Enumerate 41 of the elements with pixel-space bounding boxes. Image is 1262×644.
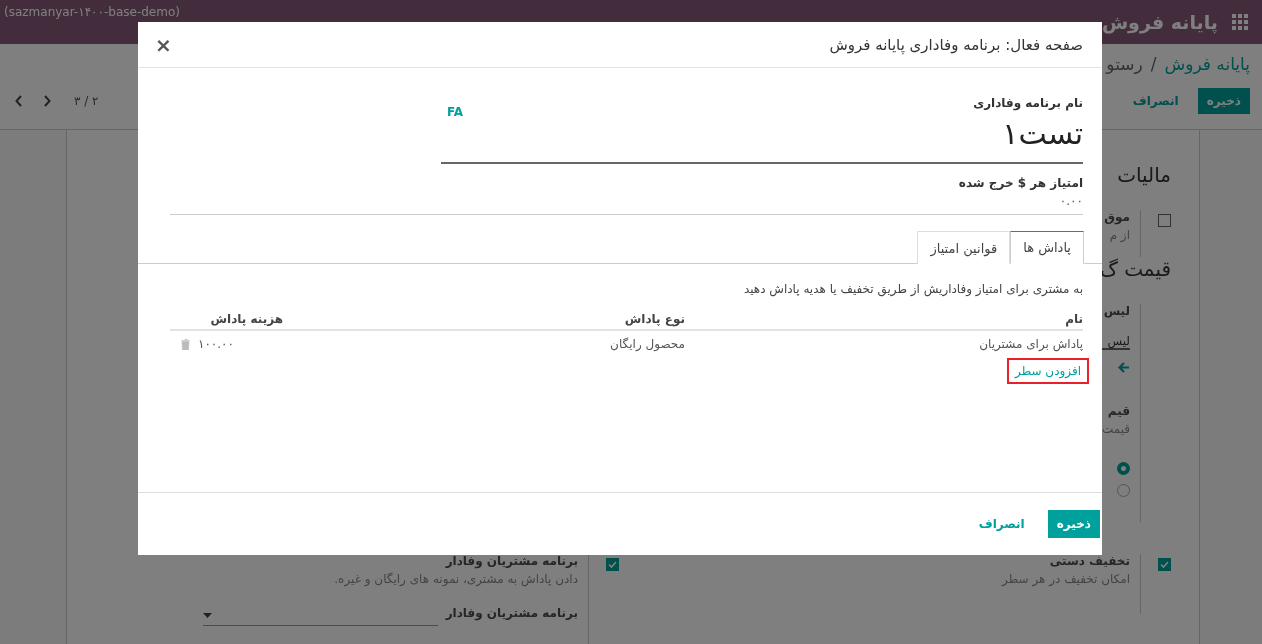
setting-description: از م	[1108, 228, 1130, 242]
breadcrumb-item: رستو	[1106, 54, 1143, 74]
points-value[interactable]: ۰.۰۰	[170, 194, 1083, 208]
chevron-left-icon	[15, 95, 23, 107]
field-label: نام برنامه وفاداری	[972, 96, 1083, 110]
setting-description: قیمت	[1100, 422, 1130, 436]
trash-icon[interactable]	[180, 338, 190, 350]
pager-counter: ۳ / ۲	[74, 94, 99, 108]
setting-title: تخفیف دستی	[1048, 554, 1130, 568]
arrow-icon[interactable]	[1118, 362, 1130, 373]
column-header[interactable]: نوع پاداش	[283, 312, 685, 326]
setting-title: برنامه مشتریان وفادار	[444, 554, 578, 568]
checkbox[interactable]	[606, 558, 619, 571]
setting-description: امکان تخفیف در هر سطر	[1000, 572, 1130, 586]
checkbox[interactable]	[1158, 558, 1171, 571]
apps-grid-icon[interactable]	[1232, 14, 1248, 30]
column-header[interactable]: هزینه پاداش	[170, 312, 283, 326]
dialog-title: صفحه فعال: برنامه وفاداری پایانه فروش	[829, 35, 1083, 54]
setting-description: دادن پاداش به مشتری، نمونه های رایگان و غیره.	[333, 572, 578, 586]
close-button[interactable]: ×	[150, 32, 177, 57]
section-heading: قیمت گ	[1099, 257, 1171, 281]
table-cell: ۱۰۰.۰۰	[197, 337, 234, 351]
setting-title: موق	[1103, 210, 1130, 224]
setting-title: لیس	[1102, 304, 1130, 318]
caret-icon	[202, 613, 212, 618]
section-heading: مالیات	[1117, 163, 1171, 187]
radio-button[interactable]	[1117, 484, 1130, 497]
database-name: (sazmanyar-۱۴۰۰-base-demo)	[4, 5, 180, 19]
tab-description: به مشتری برای امتیاز وفاداریش از طریق تخفیف یا هدیه پاداش دهید	[742, 281, 1083, 299]
setting-title: قیم	[1106, 404, 1130, 418]
field-label: برنامه مشتریان وفادار	[445, 606, 578, 620]
breadcrumb-separator: /	[1150, 54, 1157, 74]
chevron-right-icon	[43, 95, 51, 107]
table-cell-text: پاداش برای مشتریان	[978, 337, 1083, 351]
column-header[interactable]: نام	[685, 312, 1083, 326]
radio-button[interactable]	[1117, 462, 1130, 475]
table-cell-text: محصول رایگان	[609, 337, 685, 351]
field-label: امتیاز هر $ خرج شده	[957, 176, 1083, 190]
tab[interactable]: قوانین امتیاز	[917, 231, 1011, 264]
tab[interactable]: پاداش ها	[1010, 231, 1084, 264]
checkbox[interactable]	[1158, 214, 1171, 227]
